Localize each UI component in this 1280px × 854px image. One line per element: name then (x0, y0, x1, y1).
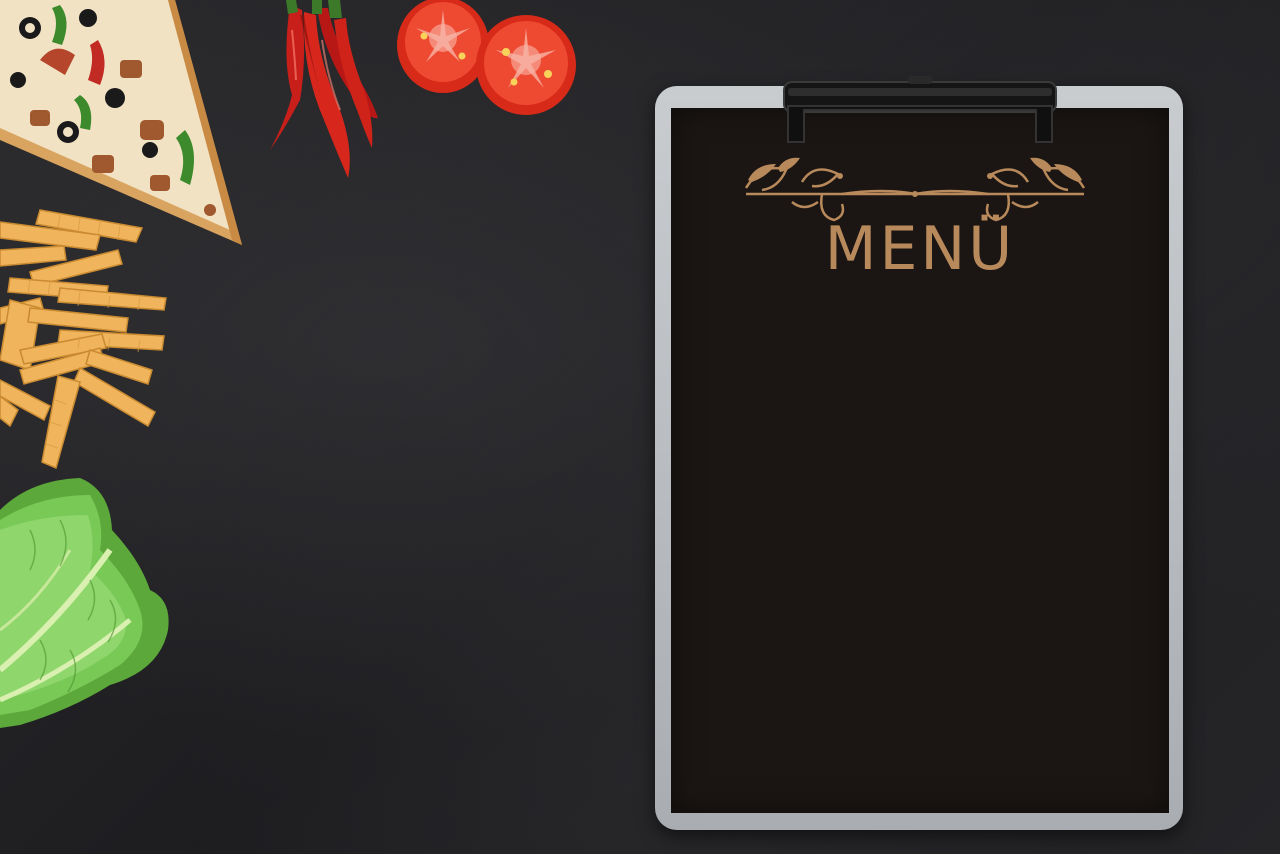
clipboard-clip (783, 76, 1057, 143)
romaine-lettuce (0, 478, 169, 728)
chili-peppers (270, 0, 378, 178)
penne-pasta (0, 209, 167, 470)
tomato-slices (397, 0, 576, 115)
menu-title: MENÜ (824, 214, 1016, 284)
